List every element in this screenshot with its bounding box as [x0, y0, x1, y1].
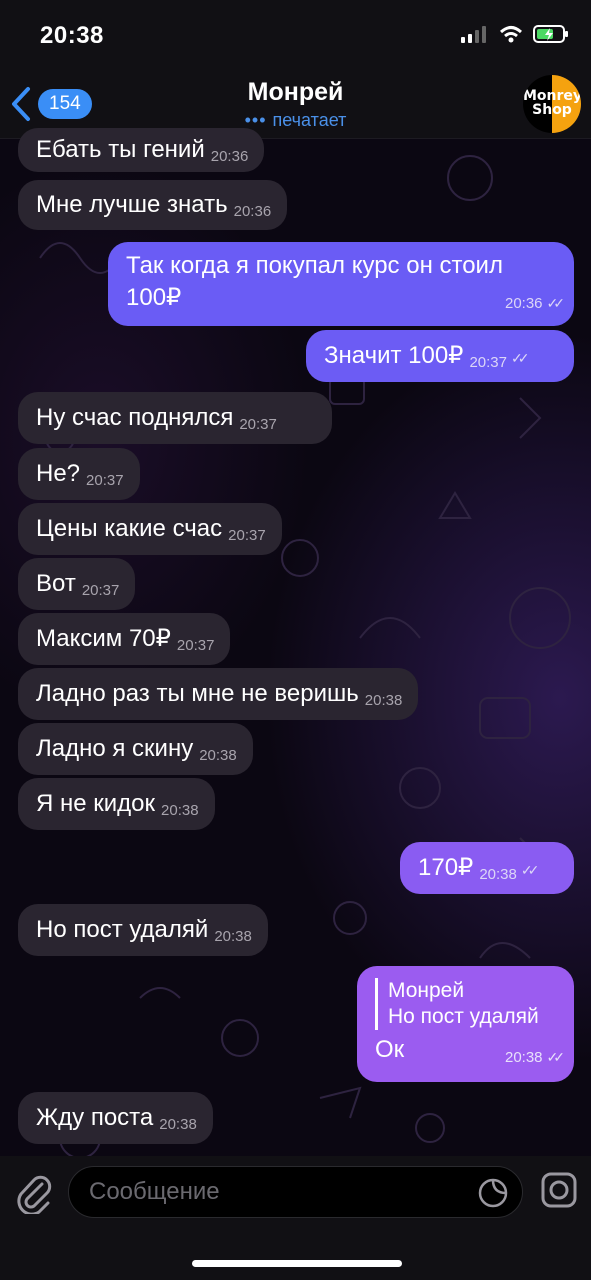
message-time: 20:37: [239, 416, 277, 433]
message-text: Максим 70₽: [36, 625, 171, 652]
message-time: 20:38: [504, 1049, 543, 1066]
message-incoming[interactable]: Мне лучше знать 20:36: [18, 180, 288, 230]
message-text: Значит 100₽: [324, 342, 464, 369]
message-time: 20:38: [214, 928, 252, 945]
message-incoming[interactable]: Ебать ты гений 20:36: [18, 128, 265, 172]
message-meta: 20:38 ✓✓: [504, 1041, 566, 1074]
message-text: Но пост удаляй: [36, 916, 209, 943]
avatar-logo-text: Monrey Shop: [523, 88, 581, 118]
message-time: 20:37: [81, 582, 120, 599]
message-outgoing[interactable]: Так когда я покупал курс он стоил 100₽ 2…: [108, 242, 574, 326]
message-text-line: 100₽: [126, 284, 182, 311]
paperclip-icon[interactable]: [16, 1174, 52, 1214]
message-text: Ебать ты гений: [36, 136, 205, 163]
message-meta: 20:36 ✓✓: [504, 287, 566, 320]
message-outgoing[interactable]: 170₽ 20:38 ✓✓: [400, 842, 574, 894]
message-incoming[interactable]: Максим 70₽ 20:37: [18, 613, 231, 665]
message-incoming[interactable]: Вот 20:37: [18, 558, 136, 610]
message-time: 20:37: [469, 354, 507, 371]
double-check-icon: ✓✓: [520, 862, 540, 878]
message-text: Мне лучше знать: [36, 191, 228, 218]
message-time: 20:37: [228, 527, 266, 544]
message-incoming[interactable]: Не? 20:37: [18, 448, 140, 500]
double-check-icon: ✓✓: [546, 295, 566, 311]
message-text: Ну счас поднялся: [36, 404, 234, 431]
typing-label: печатает: [272, 110, 347, 130]
message-time: 20:36: [233, 203, 272, 220]
message-time: 20:37: [86, 472, 124, 489]
message-time: 20:38: [199, 747, 237, 764]
message-time: 20:38: [159, 1116, 197, 1133]
message-incoming[interactable]: Жду поста 20:38: [18, 1092, 213, 1144]
message-text: Жду поста: [36, 1104, 154, 1131]
message-text: 170₽: [418, 854, 474, 881]
message-input[interactable]: Сообщение: [68, 1166, 523, 1218]
status-time: 20:38: [40, 22, 104, 49]
message-outgoing[interactable]: Значит 100₽ 20:37 ✓✓: [306, 330, 574, 382]
chat-title[interactable]: Монрей: [0, 78, 591, 107]
message-text: Вот: [36, 570, 76, 597]
message-time: 20:38: [364, 692, 403, 709]
message-text: Ладно раз ты мне не веришь: [36, 680, 359, 707]
message-text-line: Так когда я покупал курс он стоил: [126, 252, 503, 279]
double-check-icon: ✓✓: [511, 350, 530, 366]
message-incoming[interactable]: Ну счас поднялся 20:37: [18, 392, 332, 444]
message-outgoing-reply[interactable]: Монрей Но пост удаляй Ок 20:38 ✓✓: [357, 966, 574, 1082]
message-text: Ладно я скину: [36, 735, 194, 762]
message-time: 20:36: [504, 295, 543, 312]
camera-icon[interactable]: [541, 1172, 577, 1208]
double-check-icon: ✓✓: [546, 1049, 566, 1065]
reply-text: Но пост удаляй: [388, 1005, 539, 1028]
message-input-placeholder: Сообщение: [89, 1178, 220, 1205]
status-bar: 20:38: [0, 0, 591, 70]
wifi-icon: [499, 26, 523, 43]
message-incoming[interactable]: Ладно я скину 20:38: [18, 723, 253, 775]
message-text: Цены какие счас: [36, 515, 223, 542]
reply-quote[interactable]: Монрей Но пост удаляй: [375, 978, 560, 1030]
reply-author: Монрей: [388, 979, 465, 1002]
avatar[interactable]: Monrey Shop: [523, 75, 581, 133]
message-time: 20:37: [176, 637, 215, 654]
message-incoming[interactable]: Ладно раз ты мне не веришь 20:38: [18, 668, 419, 720]
message-time: 20:36: [210, 148, 249, 165]
message-incoming[interactable]: Но пост удаляй 20:38: [18, 904, 268, 956]
battery-icon: [533, 25, 568, 43]
message-incoming[interactable]: Я не кидок 20:38: [18, 778, 215, 830]
message-incoming[interactable]: Цены какие счас 20:37: [18, 503, 282, 555]
message-text: Я не кидок: [36, 790, 156, 817]
message-time: 20:38: [479, 866, 517, 883]
signal-icon: [461, 26, 486, 43]
status-icons: [461, 24, 569, 44]
message-text: Не?: [36, 460, 81, 487]
home-indicator[interactable]: [192, 1260, 402, 1267]
message-time: 20:38: [161, 802, 199, 819]
sticker-icon[interactable]: [478, 1178, 508, 1208]
